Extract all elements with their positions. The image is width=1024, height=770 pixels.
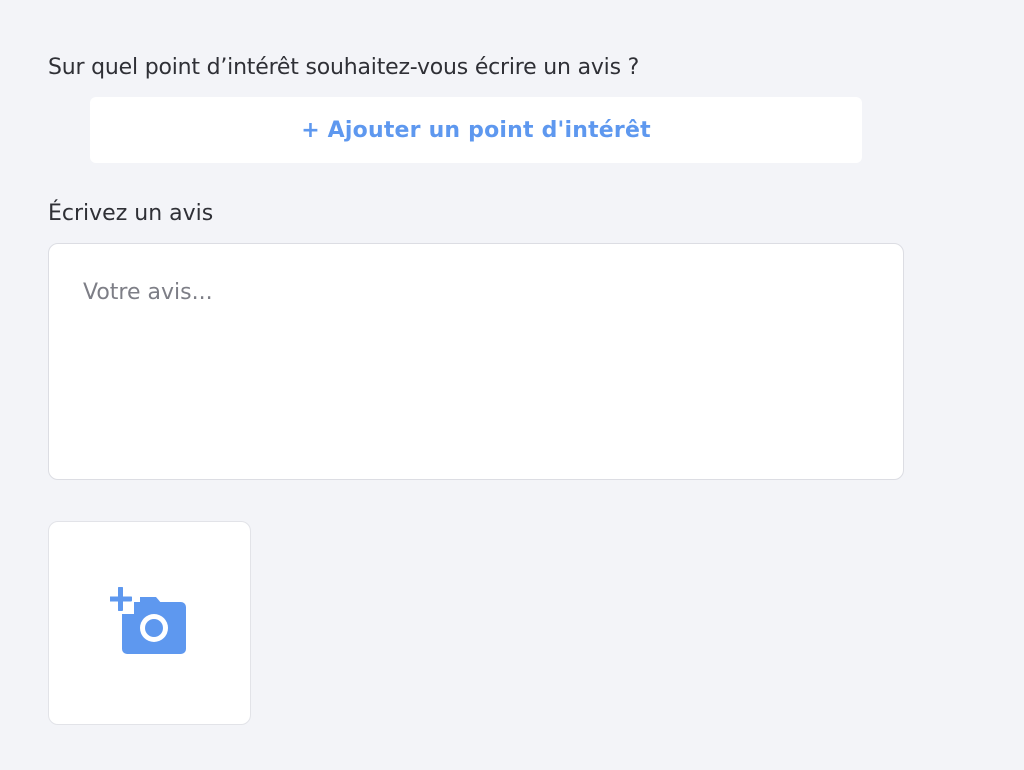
- add-photo-camera-icon: [109, 587, 186, 654]
- add-point-of-interest-button[interactable]: + Ajouter un point d'intérêt: [90, 97, 862, 163]
- review-label: Écrivez un avis: [48, 201, 214, 226]
- add-photo-button[interactable]: [48, 521, 251, 725]
- poi-question-label: Sur quel point d’intérêt souhaitez-vous …: [48, 55, 640, 80]
- review-textarea[interactable]: [48, 243, 904, 480]
- review-form-page: Sur quel point d’intérêt souhaitez-vous …: [0, 0, 1024, 770]
